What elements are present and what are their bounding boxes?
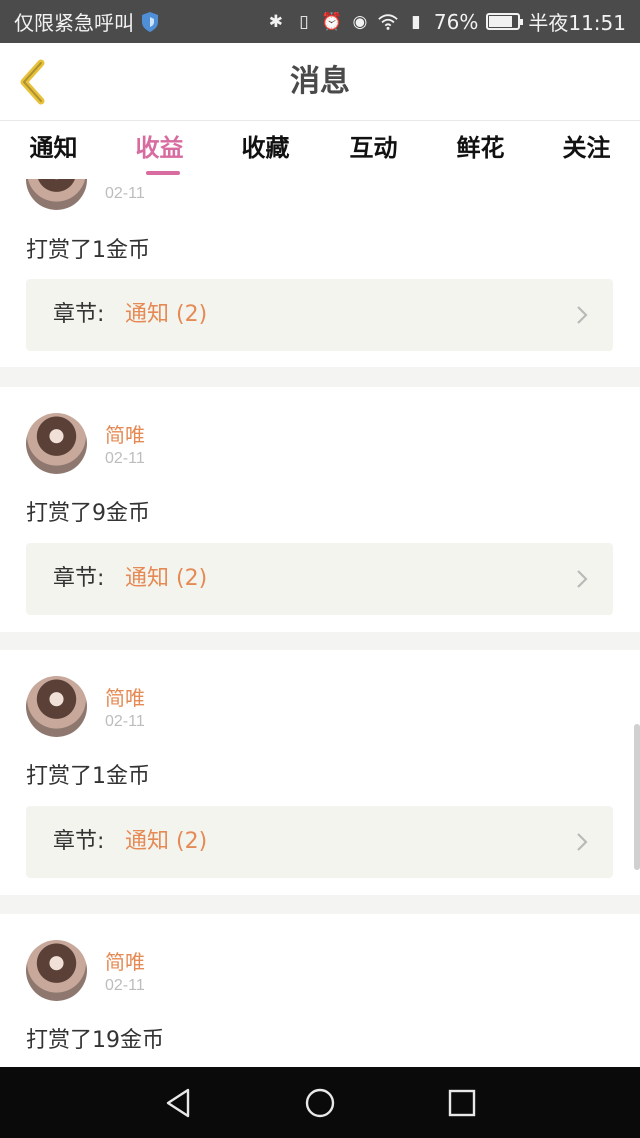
alert-sim-icon: ▮ — [411, 11, 421, 32]
battery-icon — [486, 13, 524, 30]
list-item: 简唯 02-11 打赏了19金币 — [0, 914, 640, 1067]
item-date: 02-11 — [105, 977, 145, 994]
list-item: 简唯 02-11 打赏了1金币 章节: 通知 (2) — [0, 650, 640, 895]
chapter-link[interactable]: 章节: 通知 (2) — [26, 543, 613, 615]
home-circle-icon[interactable] — [302, 1085, 338, 1121]
user-name[interactable]: 简唯 — [105, 946, 145, 975]
list-item: 02-11 打赏了1金币 章节: 通知 (2) — [0, 179, 640, 367]
tab-label: 收益 — [135, 134, 184, 162]
reward-text: 打赏了1金币 — [26, 238, 150, 263]
carrier-text: 仅限紧急呼叫 — [14, 11, 134, 35]
status-bar: 仅限紧急呼叫 ✱ ▯ ⏰ ◉ ▮ 76% 半夜11:51 — [0, 0, 640, 43]
chapter-label: 章节: — [53, 829, 105, 854]
tab-bar: 通知 收益 收藏 互动 鲜花 关注 — [0, 121, 640, 179]
chevron-right-icon — [577, 833, 588, 851]
tab-following[interactable]: 关注 — [533, 121, 640, 179]
tab-favorites[interactable]: 收藏 — [212, 121, 319, 179]
chevron-right-icon — [577, 306, 588, 324]
tab-label: 互动 — [349, 134, 398, 162]
tab-flowers[interactable]: 鲜花 — [427, 121, 534, 179]
recent-apps-square-icon[interactable] — [444, 1085, 480, 1121]
chapter-link[interactable]: 章节: 通知 (2) — [26, 806, 613, 878]
list-item: 简唯 02-11 打赏了9金币 章节: 通知 (2) — [0, 387, 640, 632]
chevron-right-icon — [577, 570, 588, 588]
tab-interactions[interactable]: 互动 — [320, 121, 427, 179]
eye-icon: ◉ — [352, 11, 368, 32]
avatar[interactable] — [26, 940, 87, 1001]
tab-notifications[interactable]: 通知 — [0, 121, 107, 179]
shield-icon — [142, 11, 158, 32]
avatar[interactable] — [26, 676, 87, 737]
chapter-value: 通知 (2) — [125, 829, 208, 854]
reward-text: 打赏了9金币 — [26, 501, 150, 526]
item-date: 02-11 — [105, 450, 145, 467]
reward-text: 打赏了1金币 — [26, 764, 150, 789]
vibrate-icon: ▯ — [299, 11, 309, 32]
reward-text: 打赏了19金币 — [26, 1028, 164, 1053]
item-date: 02-11 — [105, 713, 145, 730]
system-nav-bar — [0, 1067, 640, 1138]
chapter-value: 通知 (2) — [125, 302, 208, 327]
tab-label: 关注 — [562, 134, 611, 162]
user-name[interactable]: 简唯 — [105, 419, 145, 448]
bluetooth-icon: ✱ — [268, 11, 284, 32]
alarm-icon: ⏰ — [321, 11, 343, 32]
tab-label: 鲜花 — [456, 134, 505, 162]
clock-time: 半夜11:51 — [528, 11, 626, 35]
chapter-label: 章节: — [53, 302, 105, 327]
scrollbar[interactable] — [634, 724, 640, 870]
user-name[interactable]: 简唯 — [105, 682, 145, 711]
wifi-icon — [378, 13, 398, 30]
battery-percent: 76% — [433, 9, 479, 34]
tab-label: 通知 — [29, 134, 78, 162]
tab-label: 收藏 — [241, 134, 290, 162]
app-header: 消息 — [0, 43, 640, 121]
page-title: 消息 — [290, 64, 350, 99]
avatar[interactable] — [26, 413, 87, 474]
tab-earnings[interactable]: 收益 — [106, 121, 213, 179]
avatar[interactable] — [26, 179, 87, 210]
item-date: 02-11 — [105, 185, 145, 202]
chapter-label: 章节: — [53, 566, 105, 591]
message-list[interactable]: 02-11 打赏了1金币 章节: 通知 (2) 简唯 02-11 打赏了9金币 … — [0, 179, 640, 1067]
chapter-value: 通知 (2) — [125, 566, 208, 591]
chapter-link[interactable]: 章节: 通知 (2) — [26, 279, 613, 351]
active-tab-indicator — [146, 171, 180, 175]
back-triangle-icon[interactable] — [160, 1085, 196, 1121]
